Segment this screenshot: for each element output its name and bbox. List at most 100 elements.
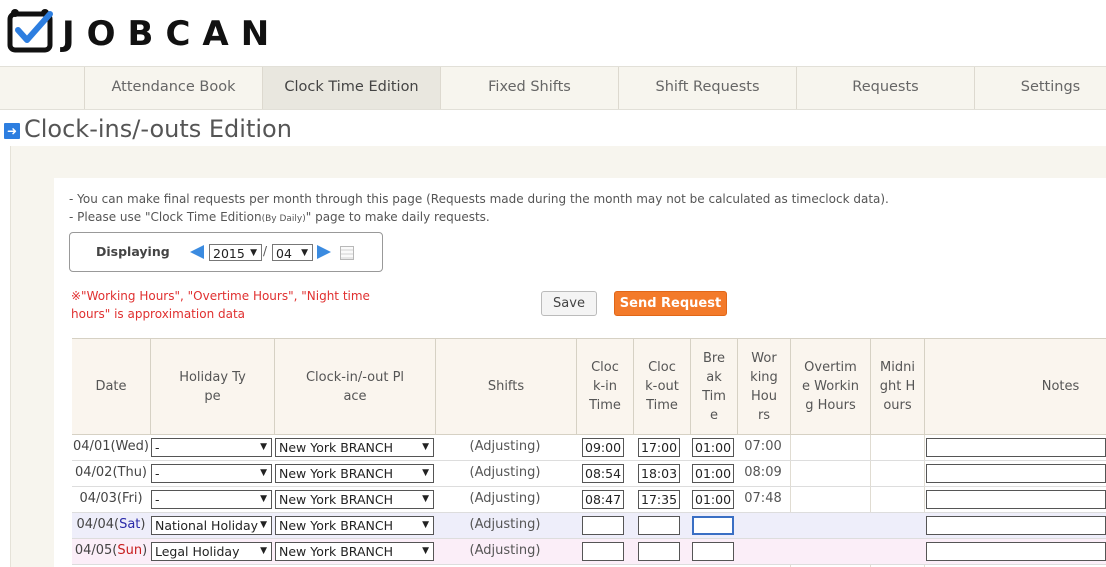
info-line-2-small: (By Daily) xyxy=(261,214,306,224)
month-selector: Displaying 2015 ▼ / 04 ▼ xyxy=(69,232,383,272)
col-header-shifts-text: Shifts xyxy=(487,379,525,394)
col-header-midnight: Midnight Hours xyxy=(870,338,924,435)
col-header-working-text: Working Hours xyxy=(750,350,778,423)
working-hours: 07:00 xyxy=(744,439,782,454)
tab-fixed-shifts[interactable]: Fixed Shifts xyxy=(440,67,618,109)
holiday-type-value: National Holiday xyxy=(155,518,259,533)
info-line-1: - You can make final requests per month … xyxy=(69,192,889,206)
send-request-button[interactable]: Send Request xyxy=(614,291,727,316)
clock-in-input[interactable] xyxy=(582,542,624,561)
app-header: JOBCAN xyxy=(0,0,1106,66)
break-time-input[interactable]: 01:00 xyxy=(692,490,734,509)
notes-input[interactable] xyxy=(926,542,1106,561)
notes-input[interactable] xyxy=(926,438,1106,457)
clock-in-input[interactable]: 09:00 xyxy=(582,438,624,457)
tab-shift-requests[interactable]: Shift Requests xyxy=(618,67,796,109)
jobcan-logo[interactable]: JOBCAN xyxy=(62,14,281,54)
caret-down-icon: ▼ xyxy=(260,520,267,530)
caret-down-icon: ▼ xyxy=(301,248,308,258)
place-value: New York BRANCH xyxy=(279,440,393,455)
clock-in-input[interactable]: 08:47 xyxy=(582,490,624,509)
calendar-icon[interactable] xyxy=(340,246,354,260)
next-month-icon[interactable] xyxy=(317,245,331,259)
place-select[interactable]: New York BRANCH ▼ xyxy=(275,464,434,483)
clock-out-input[interactable]: 17:35 xyxy=(638,490,680,509)
holiday-type-select[interactable]: - ▼ xyxy=(151,438,272,457)
caret-down-icon: ▼ xyxy=(422,494,429,504)
approximation-notice: ※"Working Hours", "Overtime Hours", "Nig… xyxy=(71,289,370,321)
break-time-input[interactable]: 01:00 xyxy=(692,438,734,457)
clock-out-input[interactable] xyxy=(638,542,680,561)
caret-down-icon: ▼ xyxy=(250,248,257,258)
table-row: 04/02(Thu) - ▼ New York BRANCH ▼ (Adjustin… xyxy=(72,461,1106,487)
place-select[interactable]: New York BRANCH ▼ xyxy=(275,490,434,509)
break-time-input[interactable]: 01:00 xyxy=(692,464,734,483)
caret-down-icon: ▼ xyxy=(260,468,267,478)
holiday-type-select[interactable]: National Holiday ▼ xyxy=(151,516,272,535)
col-header-working: Working Hours xyxy=(737,338,790,435)
row-weekday: (Wed) xyxy=(110,439,149,454)
tab-settings[interactable]: Settings xyxy=(974,67,1106,109)
shift-status: (Adjusting) xyxy=(469,491,541,506)
row-date: 04/01(Wed) xyxy=(72,439,150,454)
tab-attendance-book[interactable]: Attendance Book xyxy=(84,67,262,109)
col-header-break: Break Time xyxy=(690,338,737,435)
holiday-type-select[interactable]: - ▼ xyxy=(151,490,272,509)
info-line-2-prefix: - Please use "Clock Time Edition xyxy=(69,210,262,224)
clock-in-input[interactable] xyxy=(582,516,624,535)
holiday-type-value: - xyxy=(155,492,160,507)
col-header-clock-in-text: Clock-in Time xyxy=(589,360,621,413)
caret-down-icon: ▼ xyxy=(422,442,429,452)
displaying-label: Displaying xyxy=(96,244,170,259)
clock-in-input[interactable]: 08:54 xyxy=(582,464,624,483)
place-value: New York BRANCH xyxy=(279,466,393,481)
holiday-type-select[interactable]: Legal Holiday ▼ xyxy=(151,542,272,561)
clock-out-input[interactable]: 18:03 xyxy=(638,464,680,483)
col-header-shifts: Shifts xyxy=(435,338,576,435)
table-row: 04/01(Wed) - ▼ New York BRANCH ▼ (Adjustin… xyxy=(72,435,1106,461)
caret-down-icon: ▼ xyxy=(260,494,267,504)
tab-clock-time-edition[interactable]: Clock Time Edition xyxy=(262,67,440,109)
row-date-day: 04/01 xyxy=(73,439,111,454)
holiday-type-select[interactable]: - ▼ xyxy=(151,464,272,483)
clock-out-input[interactable]: 17:00 xyxy=(638,438,680,457)
col-header-notes-text: Notes xyxy=(1041,379,1080,394)
col-header-clock-out-text: Clock-out Time xyxy=(645,360,679,413)
col-header-date: Date xyxy=(72,338,150,435)
main-nav: Attendance Book Clock Time Edition Fixed… xyxy=(0,66,1106,110)
col-header-notes: Notes xyxy=(924,338,1106,435)
shift-status: (Adjusting) xyxy=(469,465,541,480)
month-select[interactable]: 04 ▼ xyxy=(272,244,313,261)
notes-input[interactable] xyxy=(926,490,1106,509)
place-select[interactable]: New York BRANCH ▼ xyxy=(275,542,434,561)
col-header-date-text: Date xyxy=(95,379,127,394)
caret-down-icon: ▼ xyxy=(422,520,429,530)
shift-status: (Adjusting) xyxy=(469,517,541,532)
row-date: 04/04(Sat) xyxy=(76,517,146,532)
col-header-place-text: Clock-in/-out Place xyxy=(305,369,405,404)
place-select[interactable]: New York BRANCH ▼ xyxy=(275,438,434,457)
col-header-overtime-text: Overtime Working Hours xyxy=(802,360,859,413)
notes-input[interactable] xyxy=(926,464,1106,483)
col-header-break-text: Break Time xyxy=(702,350,726,423)
holiday-type-value: - xyxy=(155,440,160,455)
place-value: New York BRANCH xyxy=(279,544,393,559)
place-select[interactable]: New York BRANCH ▼ xyxy=(275,516,434,535)
arrow-right-icon: ➜ xyxy=(4,123,20,139)
break-time-input[interactable] xyxy=(692,542,734,561)
place-value: New York BRANCH xyxy=(279,518,393,533)
break-time-input[interactable] xyxy=(692,516,734,535)
tab-requests[interactable]: Requests xyxy=(796,67,974,109)
table-row: 04/03(Fri) - ▼ New York BRANCH ▼ (Adjustin… xyxy=(72,487,1106,513)
year-select[interactable]: 2015 ▼ xyxy=(209,244,262,261)
page-title: Clock-ins/-outs Edition xyxy=(24,115,292,143)
notes-input[interactable] xyxy=(926,516,1106,535)
row-date-day: 04/04 xyxy=(76,517,114,532)
prev-month-icon[interactable] xyxy=(190,245,204,259)
clock-out-input[interactable] xyxy=(638,516,680,535)
clock-check-icon xyxy=(7,9,53,53)
row-weekday-sat: Sat xyxy=(119,517,141,532)
save-button[interactable]: Save xyxy=(541,291,597,316)
col-header-place: Clock-in/-out Place xyxy=(274,338,435,435)
row-date-day: 04/03 xyxy=(79,491,117,506)
